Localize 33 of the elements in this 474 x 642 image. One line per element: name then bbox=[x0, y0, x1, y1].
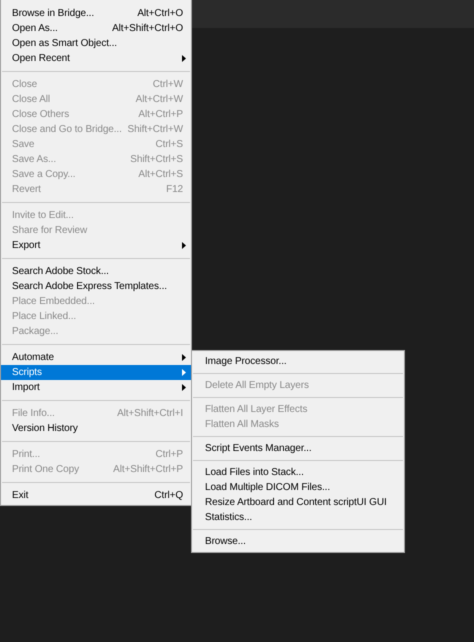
menu-item[interactable]: Load Files into Stack... bbox=[192, 465, 404, 480]
shortcut-label: F12 bbox=[166, 183, 183, 197]
menu-item[interactable]: Open As... Alt+Shift+Ctrl+O bbox=[1, 21, 191, 36]
menu-item[interactable]: Statistics... bbox=[192, 510, 404, 525]
shortcut-label: Alt+Shift+Ctrl+O bbox=[112, 22, 183, 36]
menu-item[interactable]: Search Adobe Express Templates... bbox=[1, 279, 191, 294]
menu-item[interactable]: Export bbox=[1, 238, 191, 253]
menu-item[interactable]: Image Processor... bbox=[192, 354, 404, 369]
menu-item[interactable]: Open as Smart Object... bbox=[1, 36, 191, 51]
shortcut-label: Shift+Ctrl+S bbox=[130, 153, 183, 167]
shortcut-label: Shift+Ctrl+W bbox=[128, 123, 183, 137]
menu-item[interactable]: Search Adobe Stock... bbox=[1, 264, 191, 279]
menu-item[interactable]: Browse... bbox=[192, 534, 404, 549]
menu-item[interactable]: Open Recent bbox=[1, 51, 191, 66]
shortcut-label: Ctrl+S bbox=[156, 138, 183, 152]
shortcut-label: Alt+Ctrl+W bbox=[136, 93, 183, 107]
shortcut-label: Alt+Shift+Ctrl+P bbox=[113, 463, 183, 477]
shortcut-label: Alt+Ctrl+O bbox=[137, 7, 183, 21]
menu-item[interactable]: Scripts bbox=[1, 365, 191, 380]
shortcut-label: Alt+Ctrl+S bbox=[138, 168, 183, 182]
shortcut-label: Alt+Ctrl+P bbox=[138, 108, 183, 122]
menu-item[interactable]: Script Events Manager... bbox=[192, 441, 404, 456]
menu-item[interactable]: Load Multiple DICOM Files... bbox=[192, 480, 404, 495]
menu-item[interactable]: Browse in Bridge... Alt+Ctrl+O bbox=[1, 6, 191, 21]
menu-item[interactable]: Automate bbox=[1, 350, 191, 365]
shortcut-label: Ctrl+W bbox=[152, 78, 183, 92]
menu-item[interactable]: Exit Ctrl+Q bbox=[1, 488, 191, 503]
shortcut-label: Ctrl+P bbox=[156, 448, 183, 462]
shortcut-label: Alt+Shift+Ctrl+I bbox=[117, 407, 183, 421]
menu-item[interactable]: Version History bbox=[1, 421, 191, 436]
shortcut-label: Ctrl+Q bbox=[154, 489, 183, 503]
menu-item[interactable]: Import bbox=[1, 380, 191, 395]
menu-item[interactable]: Resize Artboard and Content scriptUI GUI bbox=[192, 495, 404, 510]
